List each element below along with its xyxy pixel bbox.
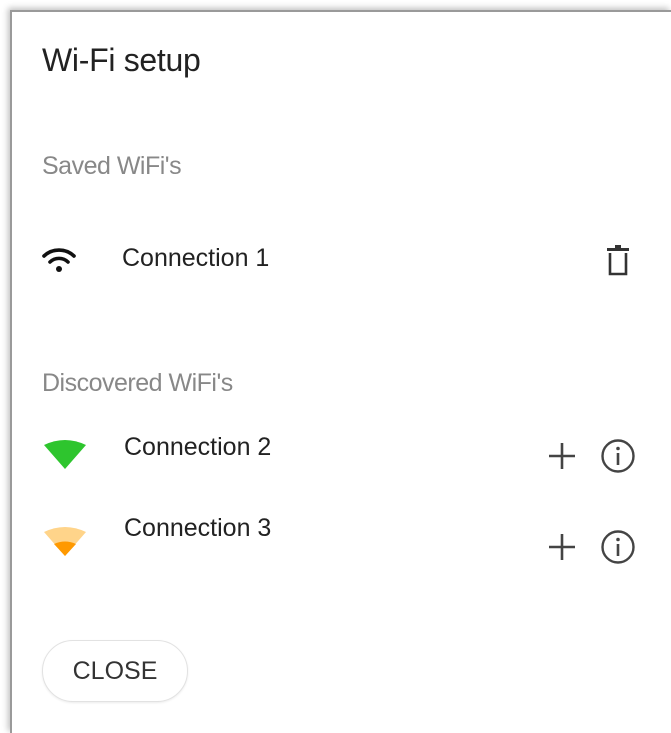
discovered-connection-row: Connection 2 — [12, 433, 671, 493]
discovered-connection-row: Connection 3 — [12, 514, 671, 574]
wifi-strength-weak-icon — [44, 527, 86, 556]
dialog-title: Wi-Fi setup — [42, 42, 201, 78]
saved-wifi-label: Saved WiFi's — [42, 152, 182, 180]
discovered-wifi-label: Discovered WiFi's — [42, 369, 233, 397]
wifi-strength-full-icon — [44, 440, 86, 469]
info-icon[interactable] — [600, 529, 636, 565]
close-button[interactable]: CLOSE — [42, 640, 188, 702]
connection-name: Connection 1 — [122, 244, 270, 272]
wifi-setup-dialog: Wi-Fi setup Saved WiFi's Connection 1 Di… — [10, 10, 671, 733]
wifi-signal-icon — [42, 248, 76, 272]
trash-icon[interactable] — [606, 244, 630, 276]
info-icon[interactable] — [600, 438, 636, 474]
connection-name: Connection 2 — [124, 433, 272, 461]
add-icon[interactable] — [547, 532, 577, 562]
add-icon[interactable] — [547, 441, 577, 471]
connection-name: Connection 3 — [124, 514, 272, 542]
saved-connection-row: Connection 1 — [12, 244, 671, 304]
